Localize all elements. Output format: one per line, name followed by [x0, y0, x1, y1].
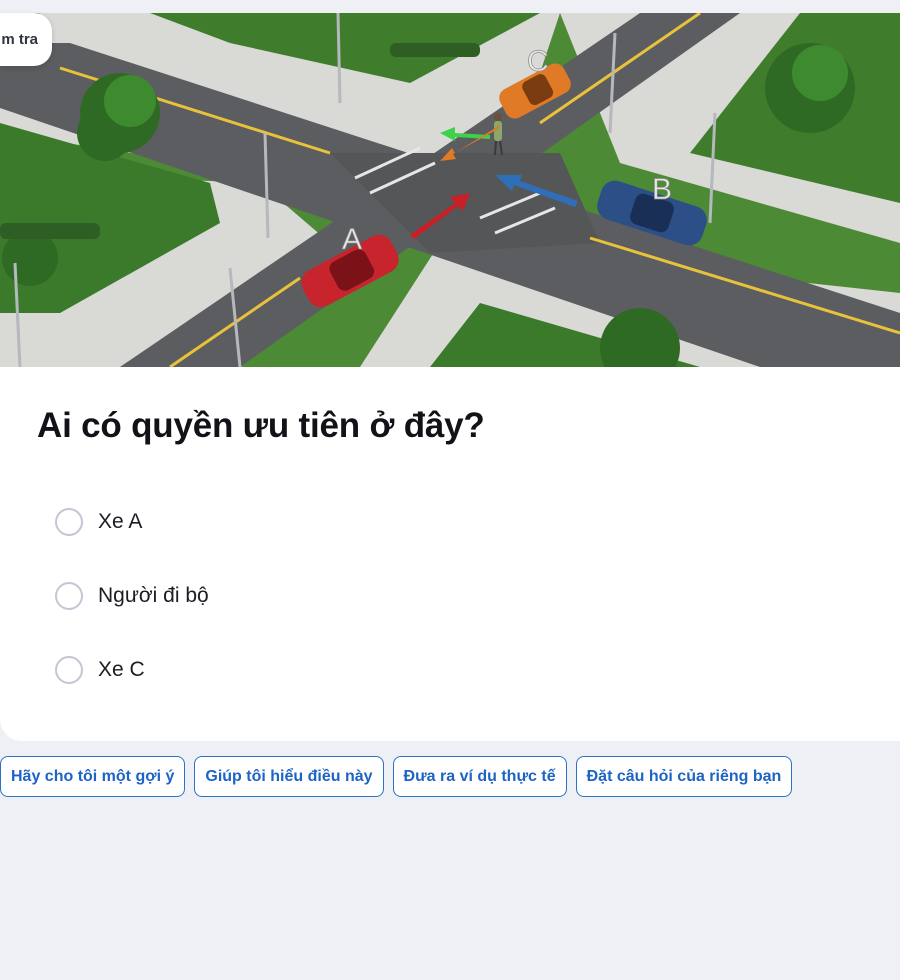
example-button[interactable]: Đưa ra ví dụ thực tế — [392, 756, 567, 797]
option-label: Người đi bộ — [98, 584, 209, 607]
question-title: Ai có quyền ưu tiên ở đây? — [37, 406, 485, 445]
answer-option[interactable]: Xe C — [55, 656, 209, 684]
label-b: B — [652, 173, 672, 206]
label-c: C — [527, 45, 549, 78]
intersection-scene-image: A B C — [0, 13, 900, 367]
question-card: A B C Ai có quyền ưu tiên ở đây? Xe A Ng… — [0, 13, 900, 741]
option-label: Xe C — [98, 658, 145, 681]
option-label: Xe A — [98, 510, 143, 533]
back-tab[interactable]: m tra — [0, 13, 52, 66]
radio-button[interactable] — [55, 508, 83, 536]
radio-button[interactable] — [55, 582, 83, 610]
ask-question-button[interactable]: Đặt câu hỏi của riêng bạn — [575, 756, 793, 797]
answer-option[interactable]: Người đi bộ — [55, 582, 209, 610]
suggestion-chips: Hãy cho tôi một gợi ý Giúp tôi hiểu điều… — [0, 756, 793, 797]
back-tab-label: m tra — [1, 31, 38, 48]
radio-button[interactable] — [55, 656, 83, 684]
label-a: A — [342, 223, 362, 256]
answer-options: Xe A Người đi bộ Xe C — [55, 508, 209, 730]
answer-option[interactable]: Xe A — [55, 508, 209, 536]
hint-button[interactable]: Hãy cho tôi một gợi ý — [0, 756, 186, 797]
explain-button[interactable]: Giúp tôi hiểu điều này — [194, 756, 384, 797]
